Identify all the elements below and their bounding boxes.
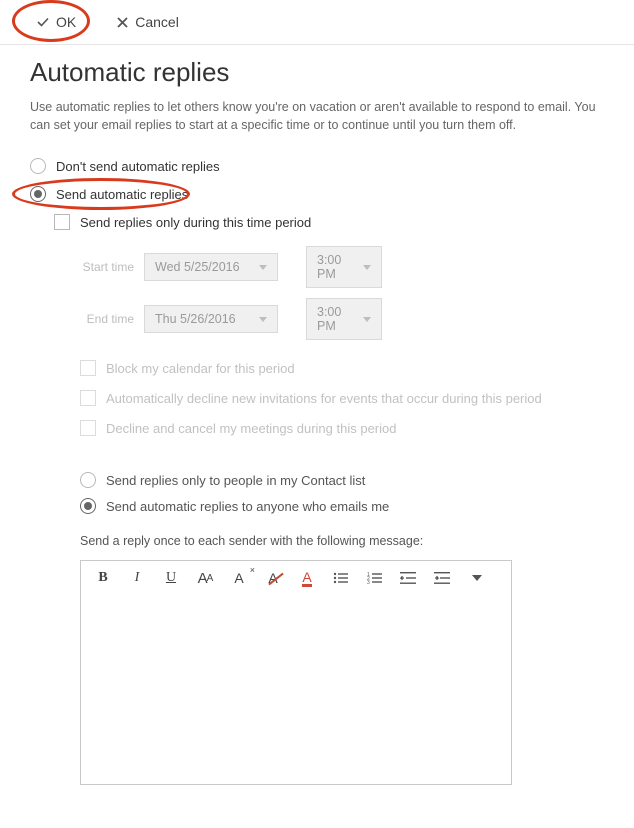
chevron-down-icon bbox=[259, 265, 267, 270]
svg-text:3: 3 bbox=[367, 580, 370, 585]
editor-toolbar: B I U AA A A A 123 bbox=[81, 561, 511, 593]
cancel-button[interactable]: Cancel bbox=[110, 10, 185, 34]
end-time-row: End time Thu 5/26/2016 3:00 PM bbox=[78, 298, 604, 340]
time-grid: Start time Wed 5/25/2016 3:00 PM End tim… bbox=[78, 246, 604, 340]
start-time-row: Start time Wed 5/25/2016 3:00 PM bbox=[78, 246, 604, 288]
end-time-dropdown[interactable]: 3:00 PM bbox=[306, 298, 382, 340]
start-time-label: Start time bbox=[78, 260, 134, 274]
close-icon bbox=[116, 16, 129, 29]
radio-icon bbox=[30, 186, 46, 202]
check-icon bbox=[36, 15, 50, 29]
message-editor: B I U AA A A A 123 bbox=[80, 560, 512, 785]
checkbox-label: Decline and cancel my meetings during th… bbox=[106, 421, 397, 436]
checkbox-decline-new[interactable]: Automatically decline new invitations fo… bbox=[80, 390, 604, 406]
message-body-input[interactable] bbox=[81, 593, 511, 784]
checkbox-icon bbox=[54, 214, 70, 230]
end-time-label: End time bbox=[78, 312, 134, 326]
radio-dont-send[interactable]: Don't send automatic replies bbox=[30, 158, 604, 174]
number-list-icon: 123 bbox=[367, 571, 383, 585]
start-date-value: Wed 5/25/2016 bbox=[155, 260, 240, 274]
checkbox-decline-cancel[interactable]: Decline and cancel my meetings during th… bbox=[80, 420, 604, 436]
page-title: Automatic replies bbox=[30, 57, 604, 88]
radio-icon bbox=[30, 158, 46, 174]
ok-button-wrapper: OK bbox=[30, 10, 82, 34]
more-options-button[interactable] bbox=[467, 569, 487, 587]
chevron-down-icon bbox=[363, 265, 371, 270]
message-prompt: Send a reply once to each sender with th… bbox=[80, 534, 604, 548]
cancel-label: Cancel bbox=[135, 14, 179, 30]
bullet-list-button[interactable] bbox=[331, 569, 351, 587]
radio-label: Send replies only to people in my Contac… bbox=[106, 473, 365, 488]
indent-icon bbox=[434, 571, 452, 585]
recipient-options: Send replies only to people in my Contac… bbox=[80, 472, 604, 514]
checkbox-label: Send replies only during this time perio… bbox=[80, 215, 311, 230]
indent-button[interactable] bbox=[433, 569, 453, 587]
start-date-dropdown[interactable]: Wed 5/25/2016 bbox=[144, 253, 278, 281]
chevron-down-icon bbox=[259, 317, 267, 322]
outdent-button[interactable] bbox=[399, 569, 419, 587]
end-date-value: Thu 5/26/2016 bbox=[155, 312, 236, 326]
start-time-dropdown[interactable]: 3:00 PM bbox=[306, 246, 382, 288]
start-time-value: 3:00 PM bbox=[317, 253, 355, 281]
checkbox-block-calendar[interactable]: Block my calendar for this period bbox=[80, 360, 604, 376]
radio-icon bbox=[80, 472, 96, 488]
page-description: Use automatic replies to let others know… bbox=[30, 98, 604, 134]
toolbar: OK Cancel bbox=[0, 0, 634, 45]
chevron-down-icon bbox=[472, 575, 482, 581]
italic-button[interactable]: I bbox=[127, 569, 147, 587]
radio-icon bbox=[80, 498, 96, 514]
underline-button[interactable]: U bbox=[161, 569, 181, 587]
chevron-down-icon bbox=[363, 317, 371, 322]
checkbox-label: Block my calendar for this period bbox=[106, 361, 295, 376]
checkbox-icon bbox=[80, 360, 96, 376]
checkbox-label: Automatically decline new invitations fo… bbox=[106, 391, 542, 406]
end-time-value: 3:00 PM bbox=[317, 305, 355, 333]
font-color-button[interactable]: A bbox=[297, 569, 317, 587]
font-size-button[interactable]: AA bbox=[195, 569, 215, 587]
clear-format-button[interactable]: A bbox=[229, 569, 249, 587]
highlight-color-button[interactable]: A bbox=[263, 569, 283, 587]
end-date-dropdown[interactable]: Thu 5/26/2016 bbox=[144, 305, 278, 333]
radio-label: Send automatic replies bbox=[56, 187, 188, 202]
ok-label: OK bbox=[56, 14, 76, 30]
outdent-icon bbox=[400, 571, 418, 585]
calendar-options: Block my calendar for this period Automa… bbox=[80, 360, 604, 436]
content-area: Automatic replies Use automatic replies … bbox=[0, 45, 634, 785]
checkbox-icon bbox=[80, 420, 96, 436]
radio-anyone[interactable]: Send automatic replies to anyone who ema… bbox=[80, 498, 604, 514]
checkbox-time-period[interactable]: Send replies only during this time perio… bbox=[54, 214, 604, 230]
radio-label: Send automatic replies to anyone who ema… bbox=[106, 499, 389, 514]
radio-contacts-only[interactable]: Send replies only to people in my Contac… bbox=[80, 472, 604, 488]
time-period-block: Send replies only during this time perio… bbox=[54, 214, 604, 230]
ok-button[interactable]: OK bbox=[30, 10, 82, 34]
radio-label: Don't send automatic replies bbox=[56, 159, 220, 174]
bullet-list-icon bbox=[333, 571, 349, 585]
radio-send[interactable]: Send automatic replies bbox=[30, 186, 604, 202]
bold-button[interactable]: B bbox=[93, 569, 113, 587]
number-list-button[interactable]: 123 bbox=[365, 569, 385, 587]
checkbox-icon bbox=[80, 390, 96, 406]
